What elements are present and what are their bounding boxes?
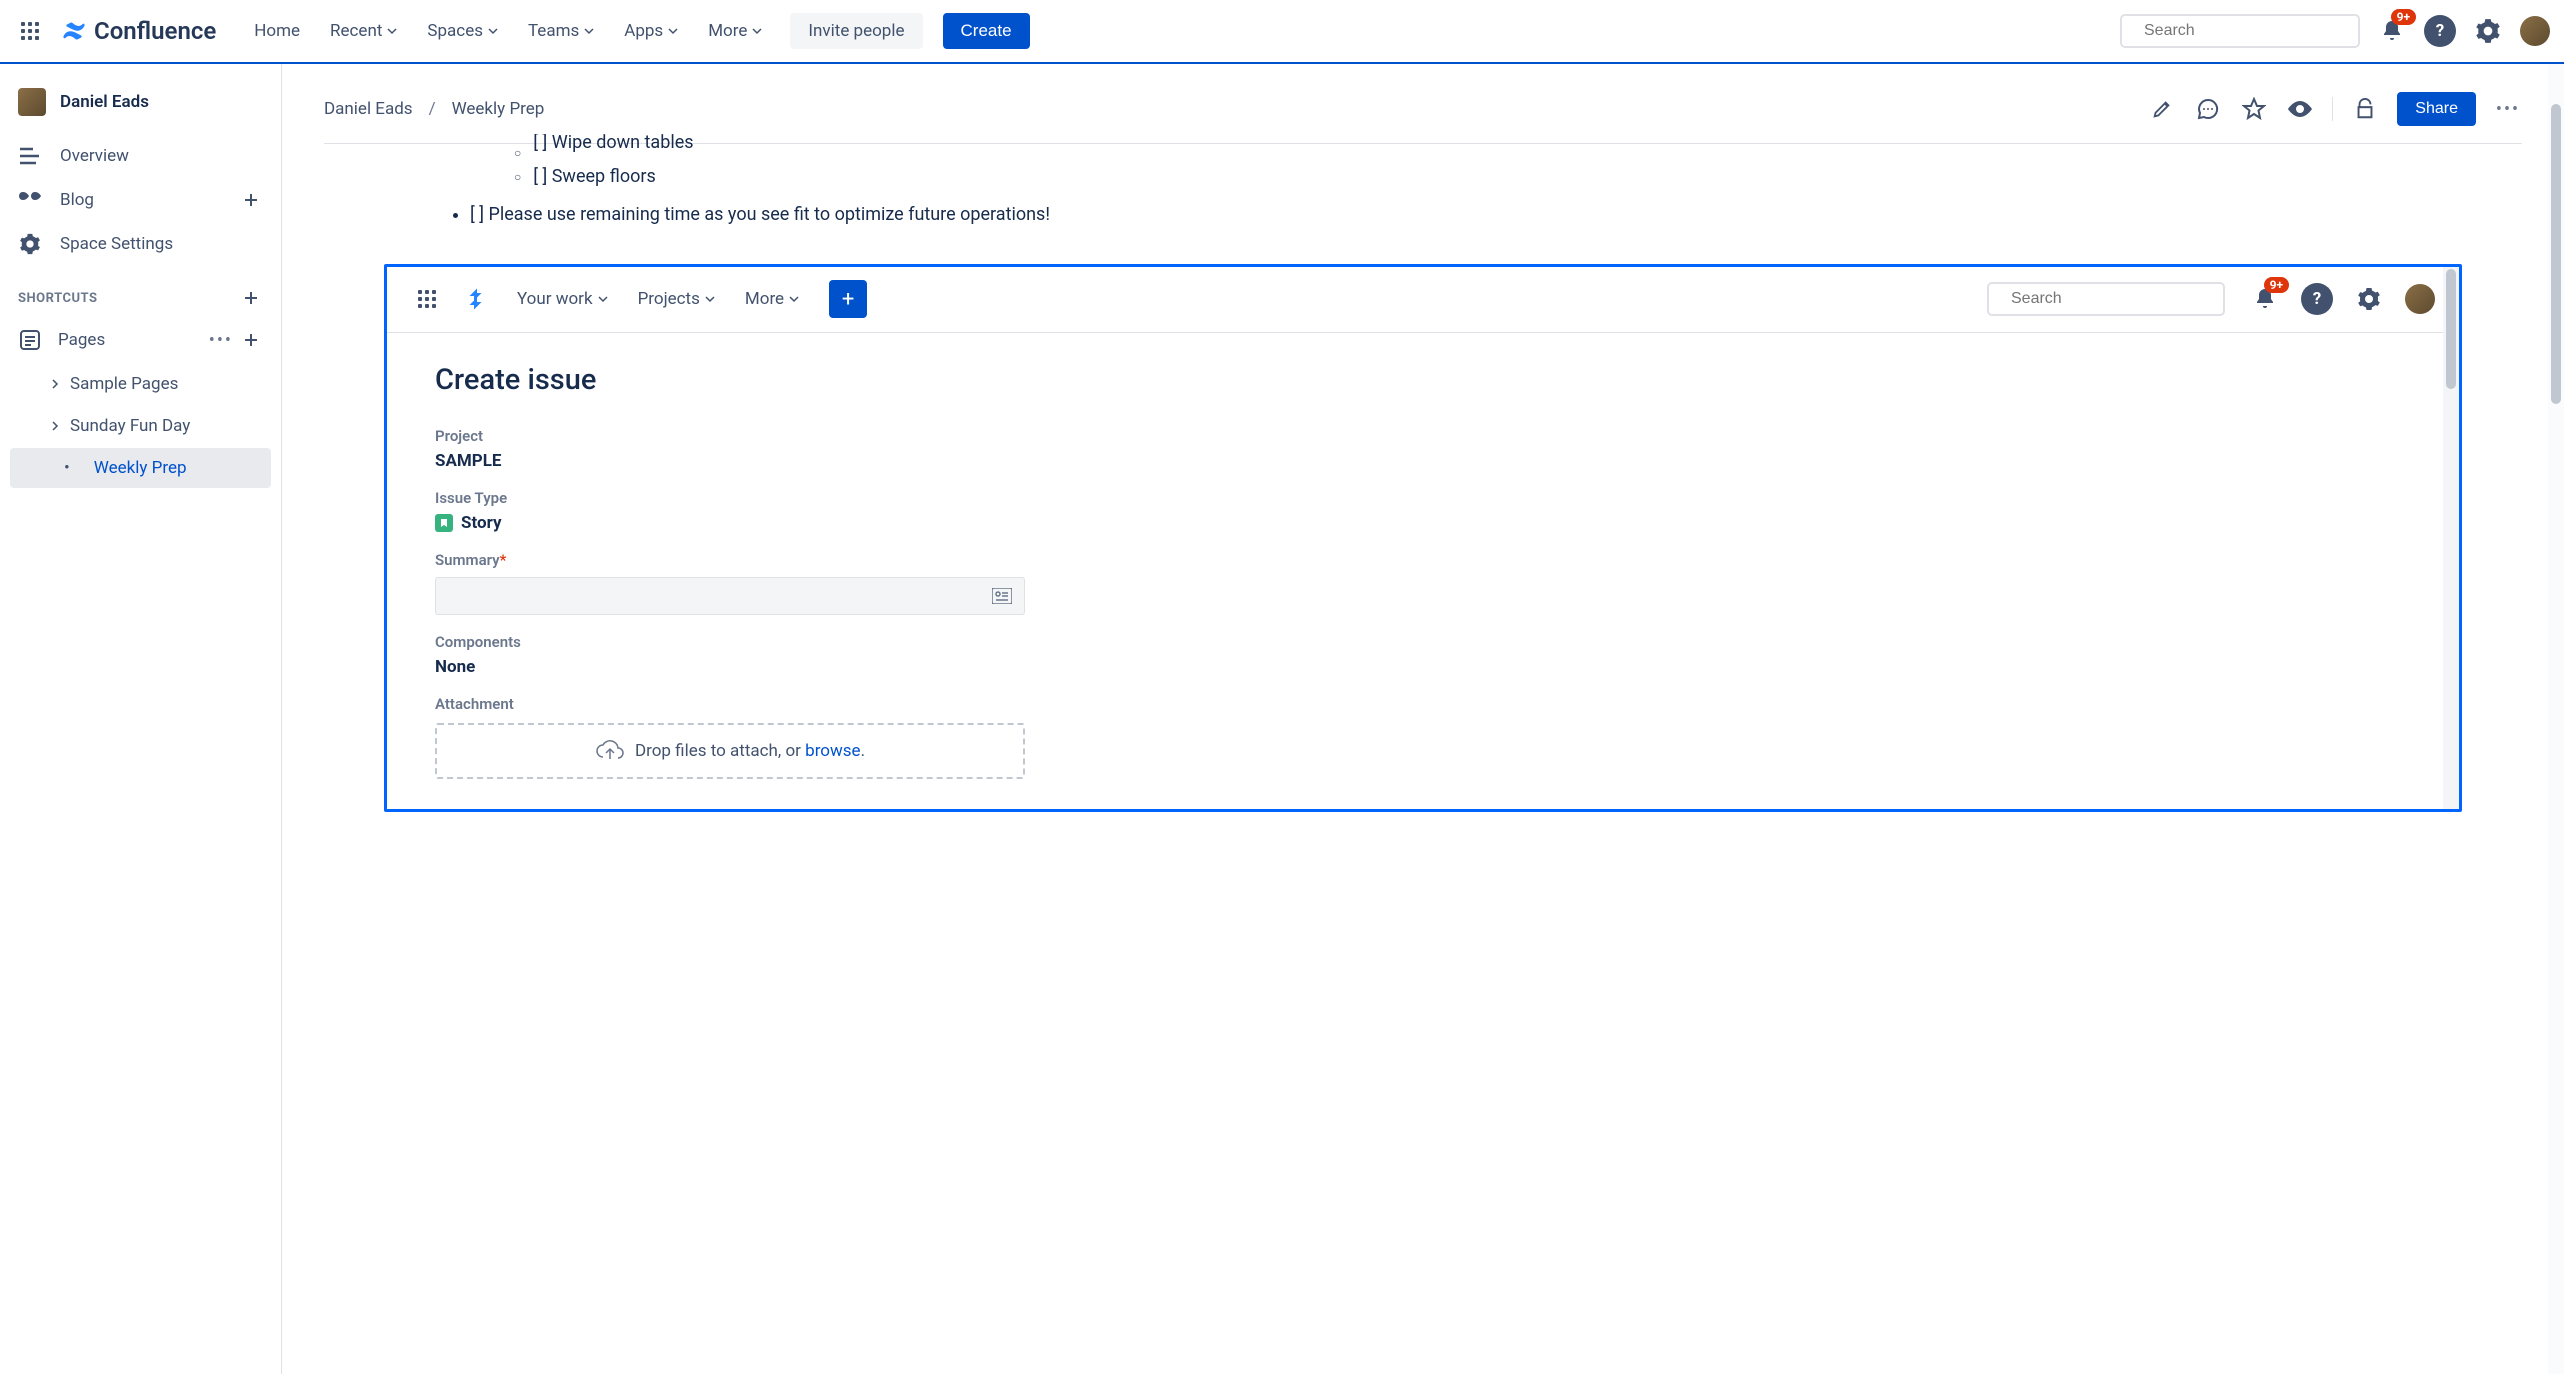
summary-helper-icon[interactable]	[992, 588, 1012, 604]
jira-help-icon[interactable]: ?	[2301, 283, 2333, 315]
nav-spaces[interactable]: Spaces	[415, 13, 510, 49]
notifications-icon[interactable]: 9+	[2376, 15, 2408, 47]
create-button[interactable]: Create	[943, 13, 1030, 49]
chevron-right-icon	[50, 379, 60, 389]
space-name: Daniel Eads	[60, 92, 149, 112]
blog-icon	[18, 188, 42, 212]
restrictions-icon[interactable]	[2351, 95, 2379, 123]
space-avatar	[18, 88, 46, 116]
attachment-label: Attachment	[435, 695, 2411, 713]
jira-form-title: Create issue	[435, 363, 2411, 397]
tree-item-sample-pages[interactable]: Sample Pages	[10, 364, 271, 404]
comment-icon[interactable]	[2194, 95, 2222, 123]
breadcrumb-page[interactable]: Weekly Prep	[452, 99, 545, 119]
share-button[interactable]: Share	[2397, 92, 2476, 126]
settings-icon[interactable]	[2472, 15, 2504, 47]
project-label: Project	[435, 427, 2411, 445]
edit-icon[interactable]	[2148, 95, 2176, 123]
invite-people-button[interactable]: Invite people	[790, 13, 922, 49]
app-switcher-icon[interactable]	[14, 15, 46, 47]
gear-icon	[18, 232, 42, 256]
pages-icon	[18, 328, 42, 352]
chevron-right-icon	[50, 421, 60, 431]
main-scrollbar[interactable]	[2548, 64, 2564, 1374]
help-icon[interactable]: ?	[2424, 15, 2456, 47]
product-name: Confluence	[94, 17, 216, 45]
jira-logo-icon[interactable]	[465, 287, 489, 311]
jira-search[interactable]	[1987, 282, 2225, 316]
jira-search-input[interactable]	[2011, 290, 2218, 308]
task-item: [ ] Please use remaining time as you see…	[470, 196, 2522, 234]
browse-link[interactable]: browse	[805, 741, 860, 761]
pages-more-icon[interactable]: •••	[209, 330, 233, 351]
tree-item-sunday-fun-day[interactable]: Sunday Fun Day	[10, 406, 271, 446]
jira-profile-avatar[interactable]	[2405, 284, 2435, 314]
nav-recent[interactable]: Recent	[318, 13, 409, 49]
jira-create-issue-form: Create issue Project SAMPLE Issue Type S…	[387, 333, 2459, 809]
sidebar-blog[interactable]: Blog	[0, 178, 281, 222]
space-header[interactable]: Daniel Eads	[0, 78, 281, 134]
star-icon[interactable]	[2240, 95, 2268, 123]
summary-label: Summary*	[435, 551, 2411, 569]
space-sidebar: Daniel Eads Overview Blog Space Settings…	[0, 64, 282, 1374]
nav-more[interactable]: More	[696, 13, 774, 49]
summary-input[interactable]	[435, 577, 1025, 615]
upload-cloud-icon	[595, 739, 625, 763]
global-nav: Confluence Home Recent Spaces Teams Apps…	[0, 0, 2564, 64]
embed-scrollbar[interactable]	[2443, 267, 2459, 809]
components-value: None	[435, 657, 2411, 677]
project-value: SAMPLE	[435, 451, 2411, 471]
overview-icon	[18, 144, 42, 168]
jira-nav-more[interactable]: More	[735, 283, 809, 315]
story-icon	[435, 514, 453, 532]
jira-embed: Your work Projects More + 9+ ?	[384, 264, 2462, 812]
jira-create-button[interactable]: +	[829, 280, 867, 318]
jira-nav-projects[interactable]: Projects	[628, 283, 725, 315]
page-content: [ ] Wipe down tables [ ] Sweep floors [ …	[484, 134, 2522, 234]
task-item: [ ] Sweep floors	[514, 158, 2522, 196]
nav-home[interactable]: Home	[242, 13, 312, 49]
shortcuts-section-header: SHORTCUTS	[0, 266, 281, 318]
sidebar-space-settings[interactable]: Space Settings	[0, 222, 281, 266]
add-blog-icon[interactable]	[239, 188, 263, 212]
components-label: Components	[435, 633, 2411, 651]
jira-notification-badge: 9+	[2264, 277, 2289, 293]
breadcrumb-space[interactable]: Daniel Eads	[324, 99, 413, 119]
breadcrumb: Daniel Eads / Weekly Prep	[324, 99, 544, 119]
tree-item-weekly-prep[interactable]: Weekly Prep	[10, 448, 271, 488]
attachment-dropzone[interactable]: Drop files to attach, or browse.	[435, 723, 1025, 779]
task-item: [ ] Wipe down tables	[514, 134, 2522, 158]
more-actions-icon[interactable]: •••	[2494, 95, 2522, 123]
search-input[interactable]	[2144, 22, 2351, 40]
issuetype-label: Issue Type	[435, 489, 2411, 507]
page-header: Daniel Eads / Weekly Prep Share •••	[282, 64, 2564, 143]
add-shortcut-icon[interactable]	[239, 286, 263, 310]
jira-settings-icon[interactable]	[2353, 283, 2385, 315]
jira-nav-your-work[interactable]: Your work	[507, 283, 618, 315]
notification-badge: 9+	[2391, 9, 2416, 25]
page-actions: Share •••	[2148, 92, 2522, 126]
nav-teams[interactable]: Teams	[516, 13, 606, 49]
add-page-icon[interactable]	[239, 328, 263, 352]
issuetype-value: Story	[461, 513, 502, 533]
nav-apps[interactable]: Apps	[612, 13, 690, 49]
main-content-area: Daniel Eads / Weekly Prep Share ••• [ ] …	[282, 64, 2564, 1374]
watch-icon[interactable]	[2286, 95, 2314, 123]
jira-notifications-icon[interactable]: 9+	[2249, 283, 2281, 315]
sidebar-overview[interactable]: Overview	[0, 134, 281, 178]
jira-nav: Your work Projects More + 9+ ?	[387, 267, 2459, 333]
confluence-logo[interactable]: Confluence	[60, 17, 216, 45]
profile-avatar[interactable]	[2520, 16, 2550, 46]
global-search[interactable]	[2120, 14, 2360, 48]
sidebar-pages[interactable]: Pages •••	[0, 318, 281, 362]
jira-app-switcher-icon[interactable]	[411, 283, 443, 315]
